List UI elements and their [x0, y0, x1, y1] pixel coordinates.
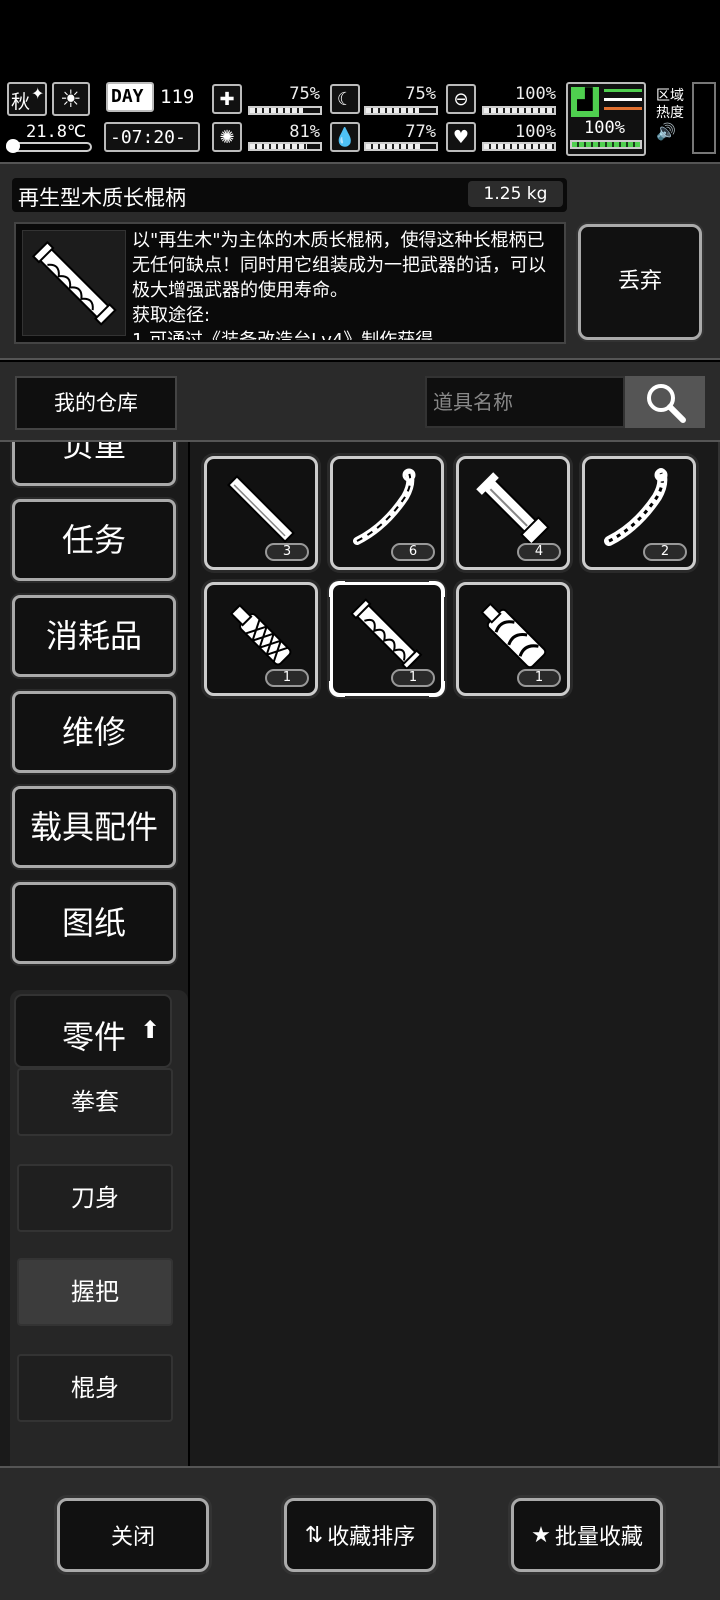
- swap-arrows-icon: ⇅: [304, 1522, 324, 1548]
- wrapped-grip-icon: [229, 603, 292, 666]
- item-thumbnail: [22, 230, 126, 336]
- boot-icon: ▟: [571, 87, 599, 117]
- hunger-value: 75%: [405, 84, 436, 104]
- day-number: 119: [160, 86, 195, 108]
- subcategory-grip[interactable]: 握把: [17, 1258, 173, 1326]
- item-count: 3: [265, 543, 309, 561]
- curved-handle-icon: [353, 468, 416, 545]
- thirst-bar: [364, 142, 438, 151]
- wrapped-curved-handle-icon: [604, 468, 668, 546]
- item-count: 1: [517, 669, 561, 687]
- warehouse-search-bar: 我的仓库: [0, 362, 720, 442]
- heart-icon: ♥: [446, 122, 476, 152]
- item-grid: 3 6 4 2 1 1 1: [190, 442, 720, 1466]
- stamina-value: 100%: [584, 118, 625, 138]
- stomach-icon: ☾: [330, 84, 360, 114]
- category-tasks[interactable]: 任务: [12, 499, 176, 581]
- item-info-panel: 再生型木质长棍柄 1.25 kg 以"再生木"为主体的木质长棍柄，使得这种长棍柄…: [0, 162, 720, 360]
- thermometer: 21.8℃: [6, 122, 92, 154]
- discard-button[interactable]: 丢弃: [578, 224, 702, 340]
- item-name: 再生型木质长棍柄: [18, 186, 186, 210]
- staff-handle-icon: [227, 475, 295, 543]
- category-sidebar[interactable]: 负重 任务 消耗品 维修 载具配件 图纸 零件 ⬆ 拳套 刀身 握把 棍身: [0, 442, 188, 1466]
- mood-bar: [482, 142, 556, 151]
- immunity-bar: [482, 106, 556, 115]
- water-drop-icon: 💧: [330, 122, 360, 152]
- capped-handle-icon: [476, 472, 550, 546]
- item-slot[interactable]: 2: [582, 456, 696, 570]
- item-slot[interactable]: 3: [204, 456, 318, 570]
- clock: -07:20-: [104, 122, 200, 152]
- item-count: 1: [265, 669, 309, 687]
- subcategory-gloves[interactable]: 拳套: [17, 1068, 173, 1136]
- temperature-value: 21.8℃: [26, 122, 87, 142]
- virus-icon: ✺: [212, 122, 242, 152]
- item-count: 4: [517, 543, 561, 561]
- item-count: 1: [391, 669, 435, 687]
- search-icon: [647, 384, 686, 423]
- item-weight: 1.25 kg: [468, 181, 563, 207]
- region-heat[interactable]: 区域 热度 🔊: [656, 88, 692, 152]
- sort-favorites-button[interactable]: ⇅ 收藏排序: [284, 1498, 436, 1572]
- item-description-box: 以"再生木"为主体的木质长棍柄，使得这种长棍柄已无任何缺点！同时用它组装成为一把…: [14, 222, 566, 344]
- arrow-up-icon: ⬆: [140, 1016, 161, 1044]
- medkit-icon: ✚: [212, 84, 242, 114]
- item-description: 以"再生木"为主体的木质长棍柄，使得这种长棍柄已无任何缺点！同时用它组装成为一把…: [132, 230, 546, 340]
- category-vehicle-parts[interactable]: 载具配件: [12, 786, 176, 868]
- subcategory-staff-body[interactable]: 棍身: [17, 1354, 173, 1422]
- infection-bar: [248, 142, 322, 151]
- leaf-icon: ✦: [31, 84, 45, 103]
- item-count: 6: [391, 543, 435, 561]
- item-slot[interactable]: 4: [456, 456, 570, 570]
- immunity-value: 100%: [515, 84, 556, 104]
- health-bar: [248, 106, 322, 115]
- batch-favorite-label: 批量收藏: [554, 1525, 643, 1550]
- day-label: DAY: [111, 86, 144, 107]
- subcategory-blade[interactable]: 刀身: [17, 1164, 173, 1232]
- regen-wood-handle-icon: [31, 240, 117, 326]
- item-slot[interactable]: 1: [456, 582, 570, 696]
- close-button[interactable]: 关闭: [57, 1498, 209, 1572]
- stamina-panel: ▟ 100%: [566, 82, 646, 156]
- category-parts[interactable]: 零件 ⬆: [14, 994, 172, 1068]
- regen-wood-handle-icon: [350, 598, 423, 671]
- category-parts-label: 零件: [62, 1018, 127, 1056]
- season-label: 秋: [11, 91, 31, 113]
- hunger-bar: [364, 106, 438, 115]
- category-repair[interactable]: 维修: [12, 691, 176, 773]
- capsule-icon: ⊖: [446, 84, 476, 114]
- infection-value: 81%: [289, 122, 320, 142]
- category-consumables[interactable]: 消耗品: [12, 595, 176, 677]
- category-load[interactable]: 负重: [12, 442, 176, 486]
- item-search-input[interactable]: [425, 376, 625, 428]
- speaker-icon: 🔊: [656, 122, 676, 141]
- stamina-bar: [570, 140, 642, 149]
- item-slot[interactable]: 1: [204, 582, 318, 696]
- mood-value: 100%: [515, 122, 556, 142]
- carved-grip-icon: [480, 602, 547, 669]
- star-icon: ★: [531, 1522, 551, 1548]
- category-blueprints[interactable]: 图纸: [12, 882, 176, 964]
- batch-favorite-button[interactable]: ★ 批量收藏: [511, 1498, 663, 1572]
- item-slot-selected[interactable]: 1: [329, 581, 445, 697]
- day-badge: DAY: [106, 82, 154, 112]
- clock-time: -07:20-: [110, 127, 186, 148]
- close-button-label: 关闭: [110, 1525, 155, 1550]
- sort-favorites-label: 收藏排序: [327, 1525, 416, 1550]
- sun-icon: ☀: [52, 82, 90, 116]
- status-hud: 秋 ✦ ☀ 21.8℃ DAY 119 -07:20- ✚ 75% ☾ 75% …: [0, 80, 720, 160]
- my-warehouse-button[interactable]: 我的仓库: [15, 376, 177, 430]
- item-title-bar: 再生型木质长棍柄 1.25 kg: [12, 178, 567, 212]
- thirst-value: 77%: [405, 122, 436, 142]
- search-button[interactable]: [625, 376, 705, 428]
- item-count: 2: [643, 543, 687, 561]
- health-value: 75%: [289, 84, 320, 104]
- heat-meter: [692, 82, 716, 154]
- item-slot[interactable]: 6: [330, 456, 444, 570]
- bottom-action-bar: 关闭 ⇅ 收藏排序 ★ 批量收藏: [0, 1466, 720, 1600]
- season-indicator: 秋 ✦: [7, 82, 47, 116]
- region-heat-label: 区域 热度: [656, 88, 684, 121]
